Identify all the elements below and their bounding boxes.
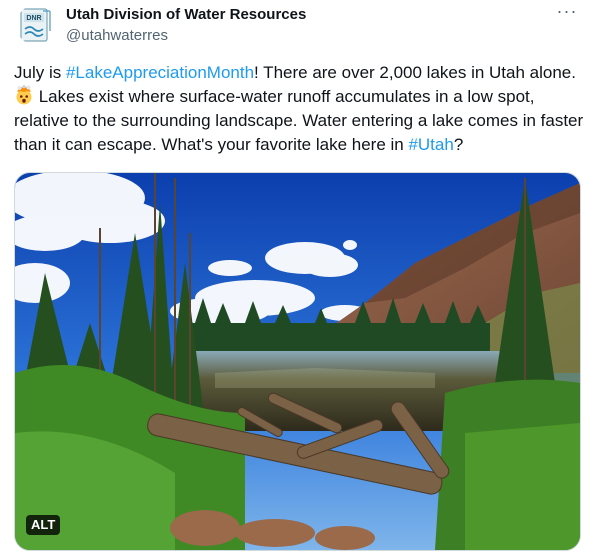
hashtag-link[interactable]: #LakeAppreciationMonth [66,63,254,82]
tweet-text-part: ? [453,135,464,154]
tweet-text-part: July is [14,63,66,82]
author-name[interactable]: Utah Division of Water Resources [66,6,306,24]
tweet-text-part: ! There are over 2,000 lakes in Utah alo… [254,63,576,82]
tweet-photo[interactable] [14,172,581,551]
tweet-card: DNR Utah Division of Water Resources @ut… [0,0,597,554]
hashtag-link[interactable]: #Utah [408,135,453,154]
lake-landscape-image [15,173,580,550]
more-options-button[interactable]: ··· [555,2,579,24]
alt-text-badge[interactable]: ALT [26,515,61,535]
avatar-text: DNR [26,15,41,22]
author-handle[interactable]: @utahwaterres [66,27,168,45]
tweet-text: July is #LakeAppreciationMonth! There ar… [14,61,586,157]
exploding-head-emoji-icon [14,85,34,105]
dnr-logo-icon: DNR [20,8,51,42]
tweet-text-part: Lakes exist where surface-water runoff a… [14,87,584,154]
avatar[interactable]: DNR [16,5,56,45]
